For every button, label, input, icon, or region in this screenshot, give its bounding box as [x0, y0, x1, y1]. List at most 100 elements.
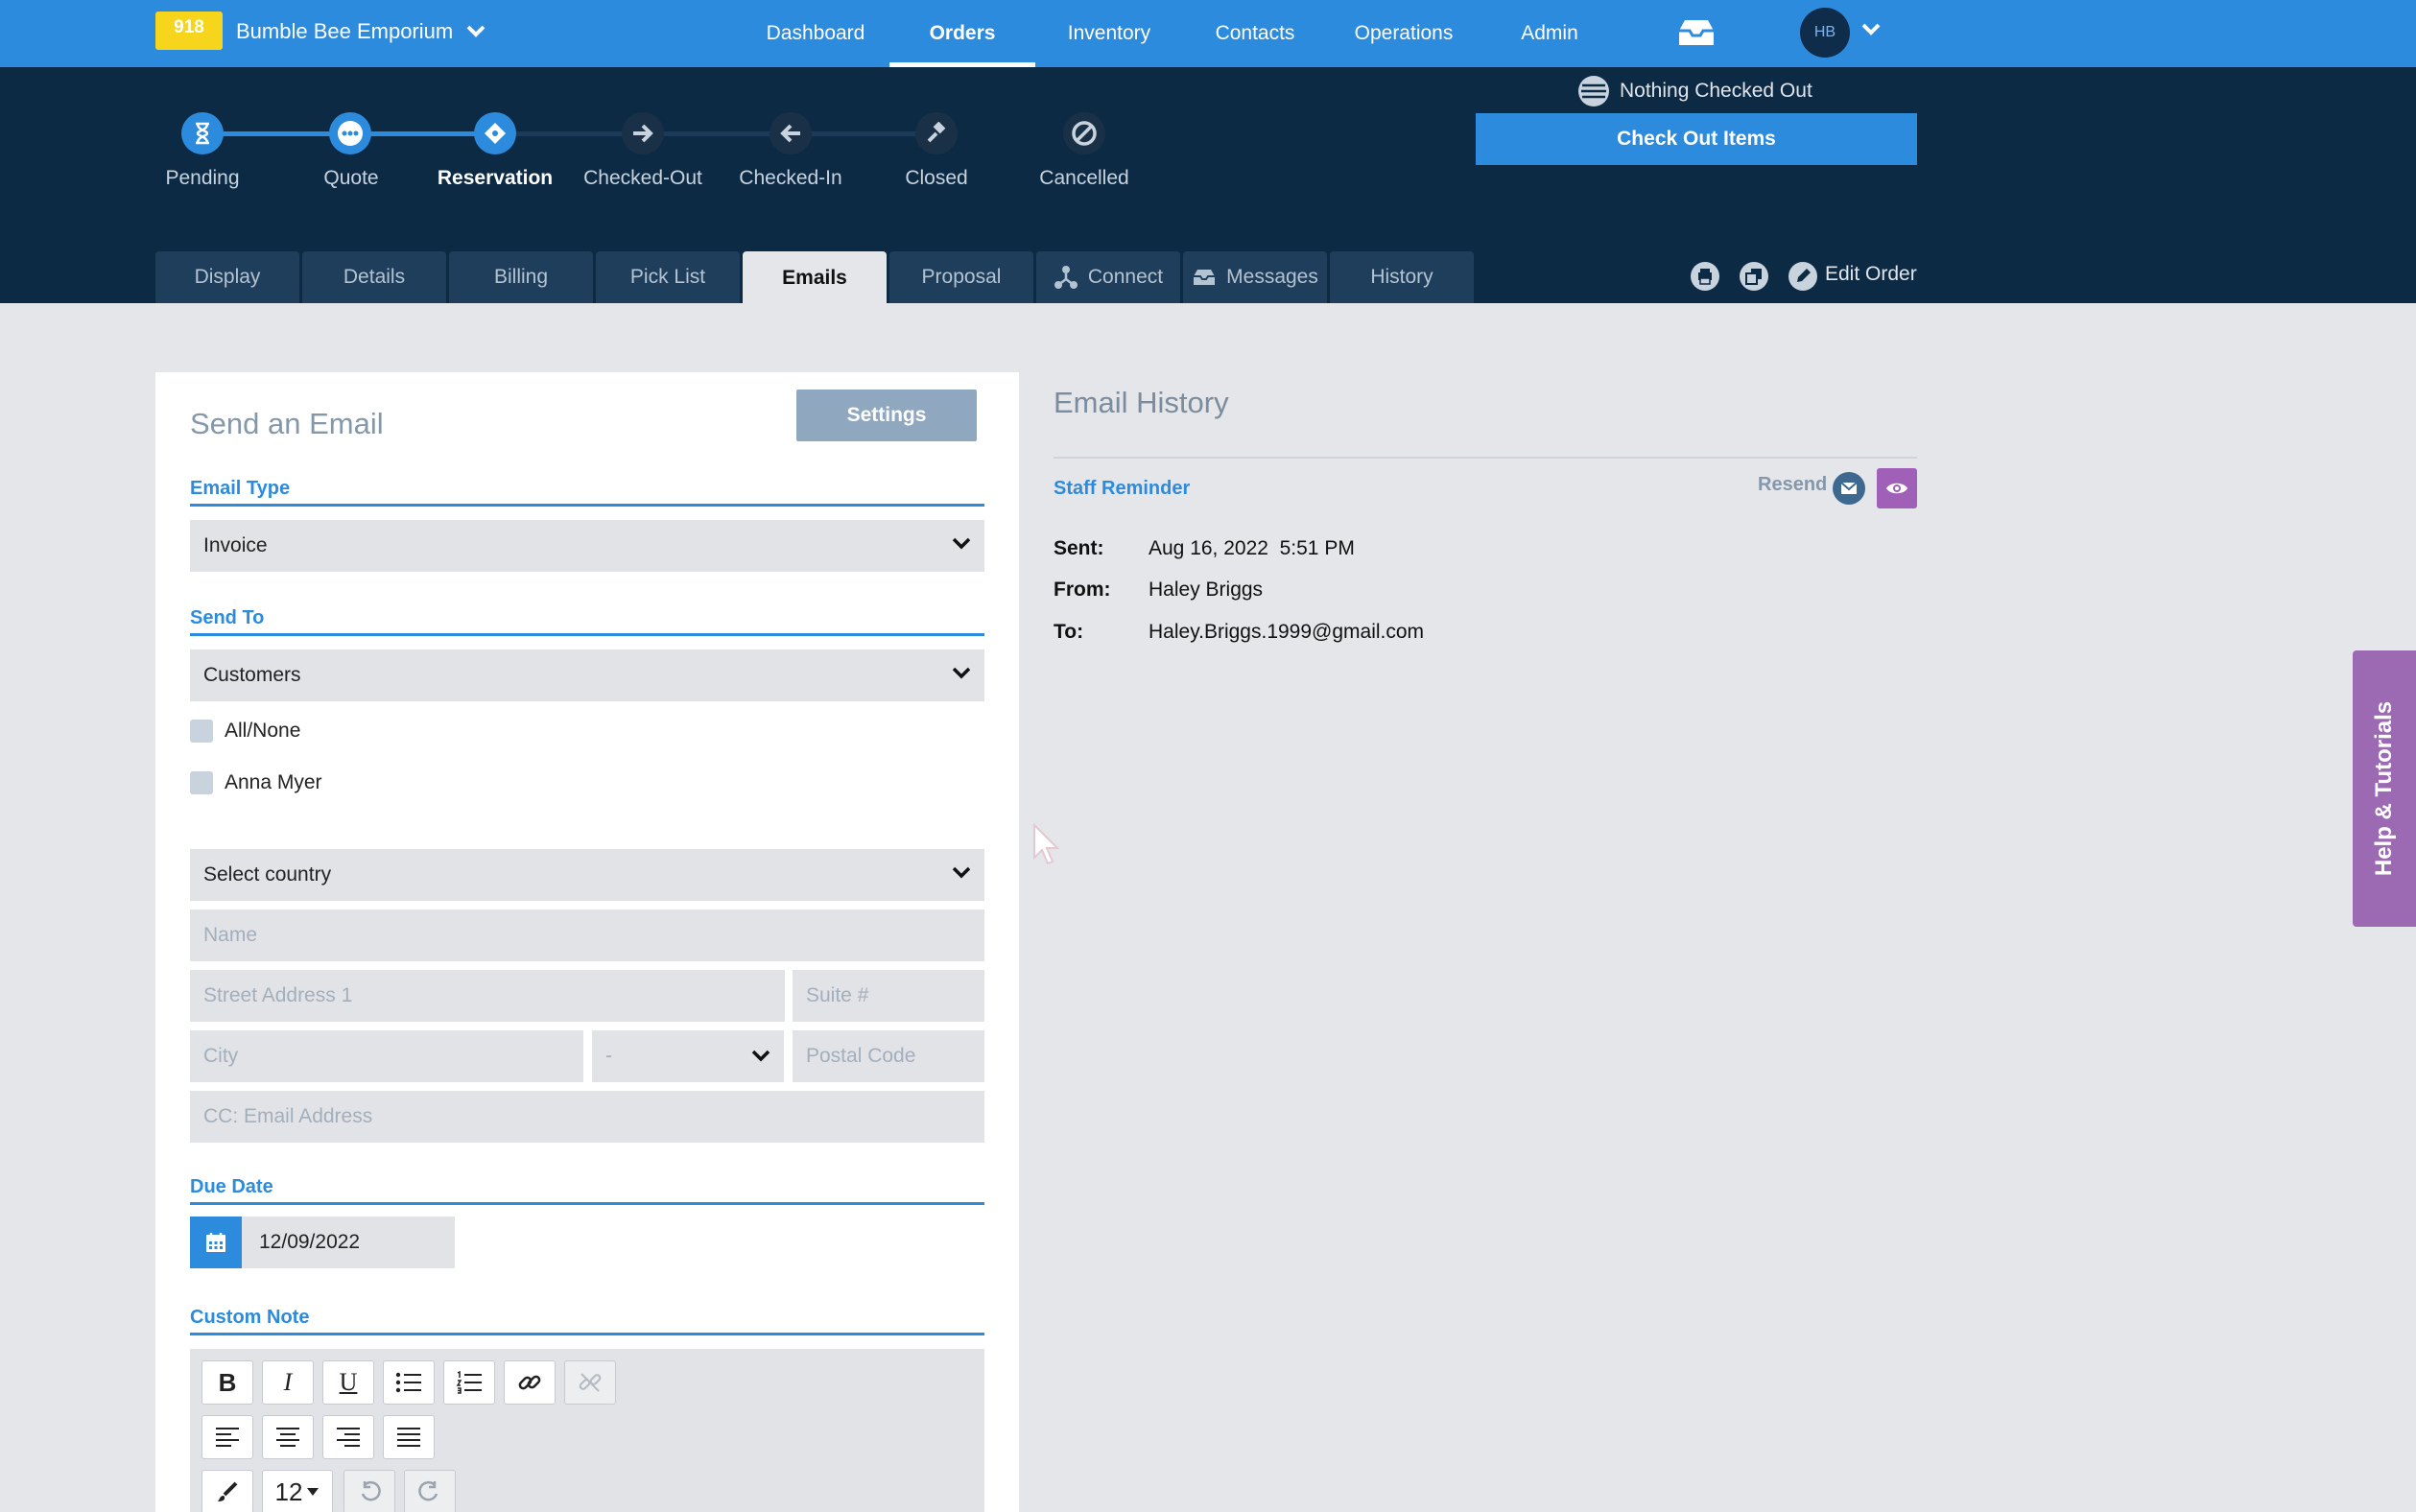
underline-button[interactable]: U — [322, 1360, 374, 1405]
cc-email-field[interactable]: CC: Email Address — [190, 1091, 984, 1143]
hourglass-icon — [196, 122, 209, 145]
tab-messages-label: Messages — [1226, 266, 1318, 288]
undo-icon — [361, 1480, 381, 1501]
unlink-button[interactable] — [564, 1360, 616, 1405]
step-closed[interactable] — [915, 112, 958, 154]
font-size-value: 12 — [274, 1477, 303, 1506]
step-label: Cancelled — [1039, 167, 1129, 189]
city-field[interactable]: City — [190, 1030, 583, 1082]
state-value: - — [605, 1045, 612, 1067]
email-history-entry-name: Staff Reminder — [1054, 478, 1191, 499]
send-to-select[interactable]: Customers — [190, 650, 984, 701]
link-button[interactable] — [504, 1360, 556, 1405]
tab-messages[interactable]: Messages — [1183, 251, 1327, 303]
redo-button[interactable] — [404, 1470, 456, 1512]
nav-operations[interactable]: Operations — [1334, 0, 1474, 67]
chevron-down-icon[interactable] — [1861, 23, 1881, 36]
align-left-button[interactable] — [201, 1415, 253, 1459]
bullet-list-button[interactable] — [383, 1360, 435, 1405]
nav-dashboard[interactable]: Dashboard — [748, 0, 883, 67]
progress-line-remaining — [495, 131, 936, 136]
email-type-select[interactable]: Invoice — [190, 520, 984, 572]
due-date-input[interactable]: 12/09/2022 — [242, 1217, 455, 1268]
undo-button[interactable] — [343, 1470, 395, 1512]
bold-button[interactable]: B — [201, 1360, 253, 1405]
recipient-anna-myer[interactable]: Anna Myer — [190, 771, 322, 794]
company-name: Bumble Bee Emporium — [236, 19, 454, 43]
nav-inventory[interactable]: Inventory — [1041, 0, 1177, 67]
nav-contacts[interactable]: Contacts — [1190, 0, 1320, 67]
numbered-list-button[interactable] — [443, 1360, 495, 1405]
calendar-button[interactable] — [190, 1217, 242, 1268]
link-icon — [518, 1375, 541, 1390]
tab-history[interactable]: History — [1330, 251, 1474, 303]
step-reservation[interactable] — [474, 112, 516, 154]
send-to-value: Customers — [203, 664, 301, 686]
tab-details[interactable]: Details — [302, 251, 446, 303]
from-value: Haley Briggs — [1149, 579, 1264, 601]
ticket-icon — [485, 123, 506, 144]
justify-button[interactable] — [383, 1415, 435, 1459]
recipient-label: Anna Myer — [225, 771, 322, 793]
company-badge[interactable]: 918 — [155, 12, 223, 50]
tab-connect-label: Connect — [1087, 266, 1164, 288]
nav-orders[interactable]: Orders — [889, 0, 1035, 67]
user-avatar[interactable]: HB — [1800, 8, 1850, 58]
from-label: From: — [1054, 579, 1111, 601]
resend-label[interactable]: Resend — [1758, 474, 1827, 496]
step-quote[interactable] — [329, 112, 371, 154]
caret-down-icon — [307, 1488, 320, 1496]
step-checked-in[interactable] — [770, 112, 812, 154]
align-center-button[interactable] — [262, 1415, 314, 1459]
gavel-icon — [927, 122, 946, 143]
top-nav-bar: 918 Bumble Bee Emporium Dashboard Orders… — [0, 0, 2416, 67]
checkbox[interactable] — [190, 720, 213, 743]
step-checked-out[interactable] — [622, 112, 664, 154]
barcode-icon — [1578, 76, 1609, 106]
pencil-icon[interactable] — [1788, 261, 1818, 292]
align-right-button[interactable] — [322, 1415, 374, 1459]
recipient-all-none[interactable]: All/None — [190, 720, 300, 743]
font-size-select[interactable]: 12 — [262, 1470, 333, 1512]
sent-label: Sent: — [1054, 537, 1104, 559]
checkbox[interactable] — [190, 771, 213, 794]
tab-billing[interactable]: Billing — [449, 251, 593, 303]
help-tutorials-label: Help & Tutorials — [2371, 700, 2397, 877]
ban-icon — [1072, 121, 1097, 146]
edit-order-link[interactable]: Edit Order — [1825, 263, 1917, 286]
help-tutorials-tab[interactable]: Help & Tutorials — [2353, 650, 2416, 927]
tab-connect[interactable]: Connect — [1036, 251, 1180, 303]
print-icon[interactable] — [1690, 261, 1720, 292]
duplicate-icon[interactable] — [1739, 261, 1769, 292]
company-switcher[interactable]: Bumble Bee Emporium — [236, 19, 486, 44]
name-field[interactable]: Name — [190, 910, 984, 961]
tab-proposal[interactable]: Proposal — [889, 251, 1033, 303]
step-label: Closed — [905, 167, 968, 189]
chevron-down-icon — [952, 667, 971, 679]
step-pending[interactable] — [181, 112, 224, 154]
to-value: Haley.Briggs.1999@gmail.com — [1149, 621, 1425, 643]
suite-field[interactable]: Suite # — [793, 970, 984, 1022]
tab-pick-list[interactable]: Pick List — [596, 251, 740, 303]
tab-display[interactable]: Display — [155, 251, 299, 303]
street-address-field[interactable]: Street Address 1 — [190, 970, 785, 1022]
step-label: Checked-In — [739, 167, 842, 189]
resend-button[interactable] — [1833, 472, 1865, 505]
step-cancelled[interactable] — [1063, 112, 1105, 154]
inbox-icon[interactable] — [1675, 17, 1717, 48]
text-color-button[interactable] — [201, 1470, 253, 1512]
check-out-items-button[interactable]: Check Out Items — [1476, 113, 1917, 165]
redo-icon — [418, 1480, 438, 1501]
state-select[interactable]: - — [592, 1030, 784, 1082]
italic-button[interactable]: I — [262, 1360, 314, 1405]
country-select[interactable]: Select country — [190, 849, 984, 901]
align-center-icon — [276, 1428, 299, 1447]
view-email-button[interactable] — [1877, 468, 1917, 508]
numbered-list-icon — [456, 1371, 482, 1394]
custom-note-editor[interactable]: B I U 12 — [190, 1349, 984, 1512]
postal-code-field[interactable]: Postal Code — [793, 1030, 984, 1082]
nav-admin[interactable]: Admin — [1487, 0, 1612, 67]
tab-emails[interactable]: Emails — [743, 251, 887, 305]
settings-button[interactable]: Settings — [796, 390, 977, 441]
network-icon — [1054, 266, 1078, 289]
